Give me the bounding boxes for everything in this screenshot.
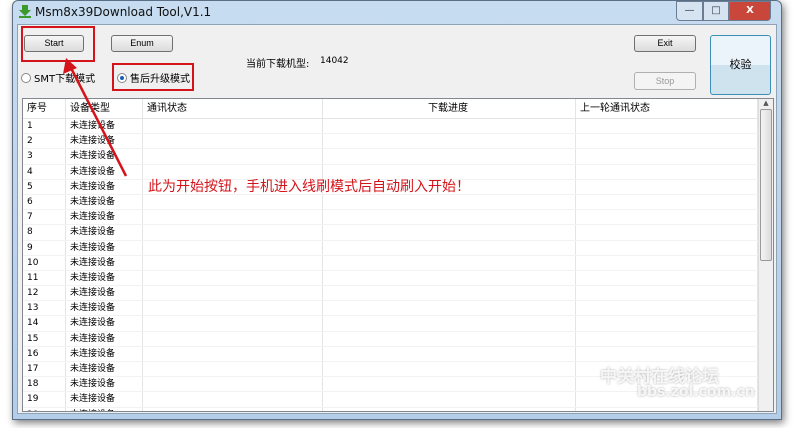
watermark-line2: bbs.zol.com.cn <box>637 384 755 400</box>
annotation-text: 此为开始按钮，手机进入线刷模式后自动刷入开始！ <box>148 179 470 195</box>
